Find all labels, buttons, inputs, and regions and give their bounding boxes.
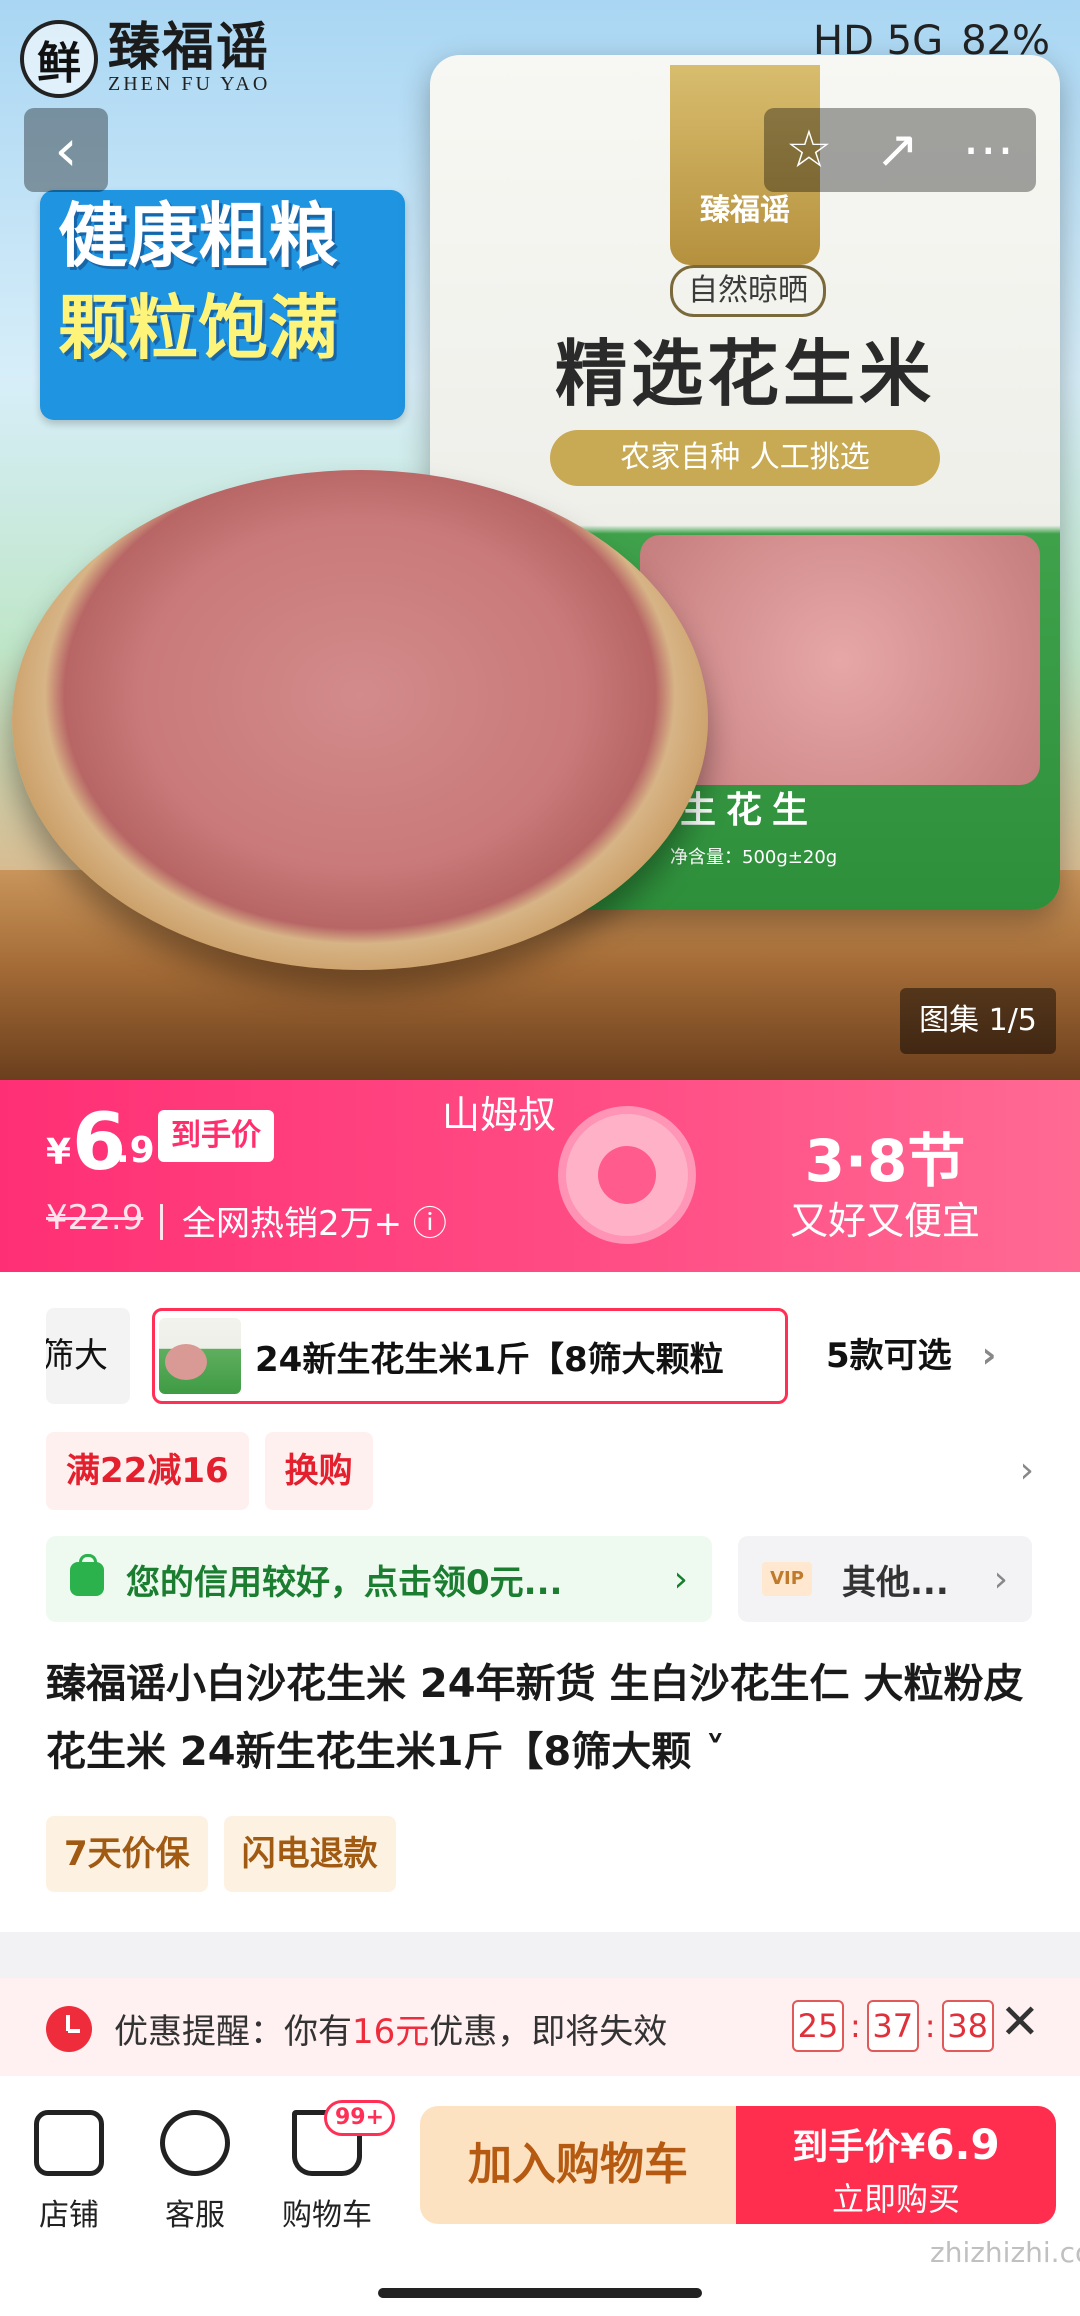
gallery-counter[interactable]: 图集 1/5	[900, 988, 1056, 1054]
brand-logo: 鲜 臻福谣 ZHEN FU YAO	[20, 20, 270, 98]
add-to-cart-button[interactable]: 加入购物车	[420, 2106, 736, 2224]
chevron-right-icon: ›	[993, 1558, 1008, 1600]
shop-label: 店铺	[39, 2198, 99, 2233]
countdown-timer: 25 : 37 : 38	[792, 2000, 994, 2052]
customer-service-button[interactable]: 客服	[140, 2110, 250, 2234]
guarantee-price-protect[interactable]: 7天价保	[46, 1816, 208, 1892]
promo-chip-discount[interactable]: 满22减16	[46, 1432, 249, 1510]
sku-thumbnail	[159, 1318, 241, 1394]
flower-icon	[566, 1114, 688, 1236]
chevron-right-icon: ›	[673, 1558, 688, 1600]
service-label: 客服	[165, 2198, 225, 2233]
cart-count-badge: 99+	[324, 2100, 396, 2136]
vip-offer-banner[interactable]: VIP 其他... ›	[738, 1536, 1032, 1622]
promo-chip-exchange[interactable]: 换购	[264, 1432, 373, 1510]
bag-title: 精选花生米	[554, 332, 935, 416]
hot-sales[interactable]: 全网热销2万+ ⓘ	[182, 1196, 447, 1245]
sku-option-selected[interactable]: 24新生花生米1斤【8筛大颗粒	[152, 1308, 788, 1404]
buy-price-line: 到手价¥6.9	[792, 2120, 1000, 2169]
original-price: ¥22.9	[46, 1198, 144, 1238]
close-icon[interactable]: ✕	[1000, 1994, 1040, 2050]
bag-tag-natural: 自然晾晒	[670, 265, 826, 317]
clock-icon	[46, 2006, 92, 2052]
shop-icon	[34, 2110, 104, 2176]
final-price-tag: 到手价	[158, 1110, 274, 1162]
service-guarantees: 7天价保 闪电退款	[46, 1816, 396, 1892]
banner-line-2: 颗粒饱满	[58, 287, 338, 369]
banner-line-1: 健康粗粮	[58, 195, 338, 277]
guarantee-fast-refund[interactable]: 闪电退款	[223, 1816, 396, 1892]
product-image-carousel[interactable]: HD 5G 82% 鲜 臻福谣 ZHEN FU YAO 健康粗粮 颗粒饱满 臻福…	[0, 0, 1080, 1080]
cart-label: 购物车	[282, 2198, 372, 2233]
share-icon[interactable]: ↗	[876, 120, 920, 180]
shop-button[interactable]: 店铺	[14, 2110, 124, 2234]
vip-offer-text: 其他...	[842, 1562, 949, 1603]
more-icon[interactable]: ⋯	[962, 120, 1014, 180]
back-button[interactable]: ‹	[24, 108, 108, 192]
timer-minutes: 37	[866, 2000, 919, 2052]
product-title[interactable]: 臻福谣小白沙花生米 24年新货 生白沙花生仁 大粒粉皮花生米 24新生花生米1斤…	[46, 1650, 1036, 1786]
currency-symbol: ¥	[46, 1132, 72, 1173]
seller-tag: 山姆叔	[442, 1093, 557, 1137]
shopping-bag-icon	[70, 1554, 104, 1596]
peanut-bowl	[12, 470, 708, 970]
chat-icon	[160, 2110, 230, 2176]
sku-more-options[interactable]: 5款可选 ›	[826, 1308, 997, 1404]
site-watermark: zhizhizhi.com	[930, 2236, 1080, 2269]
top-actions: ☆ ↗ ⋯	[764, 108, 1036, 192]
festival-title: 3·8节	[804, 1127, 966, 1195]
chevron-left-icon: ‹	[54, 116, 78, 184]
coupon-amount: 16元	[352, 2012, 430, 2052]
brand-name: 臻福谣	[108, 17, 271, 78]
timer-seconds: 38	[941, 2000, 994, 2052]
price-decimal: .9	[116, 1130, 155, 1171]
bottom-action-bar: 店铺 客服 99+ 购物车 加入购物车 到手价¥6.9 立即购买	[0, 2076, 1080, 2316]
product-info-card: 筛大 24新生花生米1斤【8筛大颗粒 5款可选 › 满22减16 换购 › 您的信…	[0, 1272, 1080, 1932]
promo-banner: 健康粗粮 颗粒饱满	[40, 190, 405, 420]
bag-net-weight: 净含量：500g±20g	[670, 847, 838, 868]
coupon-reminder[interactable]: 优惠提醒：你有16元优惠，即将失效 25 : 37 : 38 ✕	[0, 1978, 1080, 2076]
coupon-message: 优惠提醒：你有16元优惠，即将失效	[114, 2012, 668, 2052]
cart-button[interactable]: 99+ 购物车	[272, 2100, 396, 2234]
chevron-right-icon: ›	[981, 1335, 997, 1376]
chevron-down-icon: ˅	[691, 1729, 726, 1775]
timer-hours: 25	[792, 2000, 844, 2052]
star-icon[interactable]: ☆	[786, 120, 833, 180]
home-indicator[interactable]	[378, 2288, 702, 2298]
chevron-right-icon[interactable]: ›	[1020, 1450, 1034, 1491]
info-icon: ⓘ	[402, 1204, 447, 1244]
brand-logo-icon: 鲜	[20, 20, 98, 98]
price-bar: ¥ 6 .9 到手价 山姆叔 ¥22.9 全网热销2万+ ⓘ 3·8节 又好又便…	[0, 1080, 1080, 1272]
promo-chips: 满22减16 换购	[46, 1432, 373, 1510]
bag-subtitle: 生花生	[680, 790, 819, 831]
bag-tag-farm: 农家自种 人工挑选	[550, 430, 940, 486]
festival-subtitle: 又好又便宜	[789, 1199, 980, 1243]
sku-option-prev[interactable]: 筛大	[46, 1308, 130, 1404]
sku-selector: 筛大 24新生花生米1斤【8筛大颗粒 5款可选 ›	[46, 1308, 1036, 1404]
brand-pinyin: ZHEN FU YAO	[108, 72, 271, 95]
buy-now-button[interactable]: 到手价¥6.9 立即购买	[736, 2106, 1056, 2224]
credit-offer-banner[interactable]: 您的信用较好，点击领0元... ›	[46, 1536, 712, 1622]
credit-offer-text: 您的信用较好，点击领0元...	[126, 1562, 563, 1603]
sku-selected-label: 24新生花生米1斤【8筛大颗粒	[255, 1339, 724, 1380]
buy-now-label: 立即购买	[831, 2180, 960, 2218]
vip-badge: VIP	[762, 1562, 812, 1596]
divider	[160, 1204, 163, 1240]
